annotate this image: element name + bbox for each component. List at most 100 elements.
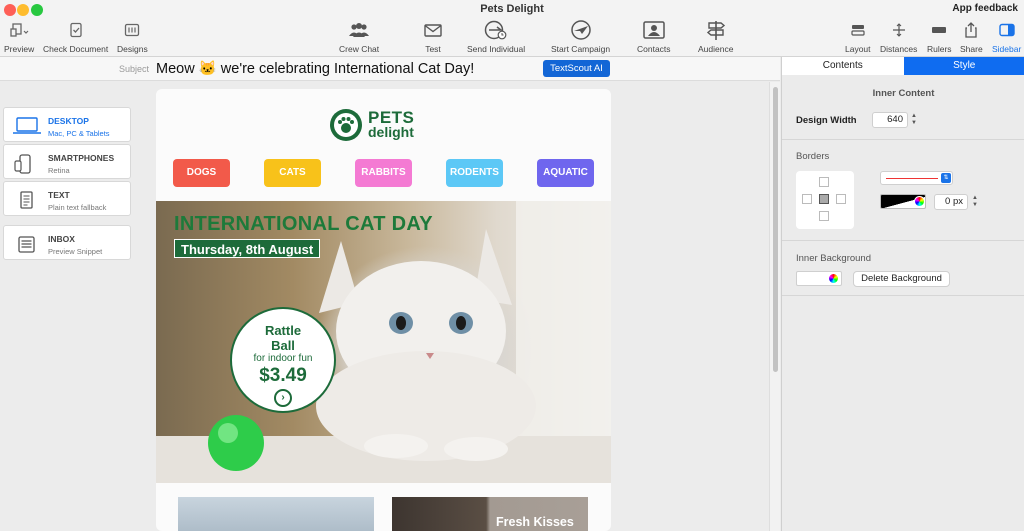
start-campaign-button[interactable]: Start Campaign: [551, 18, 610, 54]
preview-button[interactable]: Preview: [4, 18, 34, 54]
inspector-panel: Contents Style Inner Content Design Widt…: [781, 57, 1024, 531]
border-left-toggle[interactable]: [802, 194, 812, 204]
promo-line-rattle: Rattle: [264, 323, 302, 338]
sidebar-icon: [998, 18, 1016, 42]
section-divider: [782, 240, 1024, 241]
contacts-button[interactable]: Contacts: [637, 18, 671, 54]
sidebar-label: Sidebar: [992, 44, 1022, 54]
email-preview: PETS delight DOGS CATS RABBITS RODENTS A…: [156, 89, 611, 531]
border-width-input[interactable]: 0 px: [934, 194, 968, 210]
article-caption-fresh-kisses: Fresh Kisses: [496, 515, 574, 529]
inbox-icon: [12, 234, 42, 261]
laptop-icon: [12, 116, 42, 141]
border-style-select[interactable]: ⇅: [880, 171, 953, 185]
delete-background-button[interactable]: Delete Background: [853, 271, 950, 287]
subject-input[interactable]: Meow 🐱 we're celebrating International C…: [156, 60, 474, 77]
category-aquatic-button[interactable]: AQUATIC: [537, 159, 594, 187]
promo-line-ball: Ball: [271, 338, 295, 353]
paw-icon: [330, 109, 362, 141]
start-campaign-icon: [568, 18, 594, 42]
border-right-toggle[interactable]: [836, 194, 846, 204]
distances-button[interactable]: Distances: [880, 18, 917, 54]
toolbar: Pets Delight App feedback Preview Check …: [0, 0, 1024, 57]
design-width-label: Design Width: [796, 115, 857, 126]
border-bottom-toggle[interactable]: [819, 211, 829, 221]
layout-button[interactable]: Layout: [845, 18, 871, 54]
device-panel: DESKTOP Mac, PC & Tablets SMARTPHONES Re…: [0, 82, 155, 531]
test-label: Test: [425, 44, 441, 54]
color-wheel-icon[interactable]: [828, 273, 839, 284]
test-button[interactable]: Test: [423, 18, 443, 54]
device-inbox-label: INBOX: [48, 234, 75, 244]
audience-label: Audience: [698, 44, 734, 54]
hero-image[interactable]: INTERNATIONAL CAT DAY Thursday, 8th Augu…: [156, 201, 611, 483]
share-button[interactable]: Share: [960, 18, 983, 54]
crew-chat-button[interactable]: Crew Chat: [339, 18, 379, 54]
design-width-input[interactable]: 640: [872, 112, 908, 128]
inner-background-title: Inner Background: [796, 253, 871, 264]
device-text-label: TEXT: [48, 190, 70, 200]
article-thumbnail-2[interactable]: Fresh Kisses: [392, 497, 588, 531]
sidebar-button[interactable]: Sidebar: [992, 18, 1021, 54]
promo-price: $3.49: [259, 365, 307, 386]
logo-text-pets: PETS: [368, 108, 415, 127]
chevron-updown-icon: ⇅: [941, 173, 951, 183]
border-side-selector: [796, 171, 854, 229]
share-label: Share: [960, 44, 983, 54]
inner-content-title: Inner Content: [872, 88, 935, 99]
promo-subtitle: for indoor fun: [253, 353, 313, 364]
pets-delight-logo[interactable]: PETS delight: [330, 109, 414, 141]
rulers-button[interactable]: Rulers: [927, 18, 952, 54]
canvas-scrollbar-thumb[interactable]: [773, 87, 778, 372]
check-document-label: Check Document: [43, 44, 109, 54]
audience-button[interactable]: Audience: [698, 18, 733, 54]
send-individual-button[interactable]: Send Individual: [467, 18, 525, 54]
subject-bar: Subject Meow 🐱 we're celebrating Interna…: [0, 57, 780, 81]
device-text[interactable]: TEXT Plain text fallback: [3, 181, 131, 216]
subject-label: Subject: [119, 64, 150, 74]
border-width-stepper[interactable]: ▲ ▼: [971, 195, 979, 209]
chevron-right-icon[interactable]: ›: [274, 389, 292, 407]
device-smartphones[interactable]: SMARTPHONES Retina: [3, 144, 131, 179]
device-desktop-label: DESKTOP: [48, 116, 89, 126]
contacts-label: Contacts: [637, 44, 671, 54]
preview-icon: [9, 18, 29, 42]
design-width-stepper[interactable]: ▲ ▼: [910, 113, 918, 127]
category-dogs-button[interactable]: DOGS: [173, 159, 230, 187]
preview-label: Preview: [4, 44, 35, 54]
textscout-ai-button[interactable]: TextScout AI: [543, 60, 610, 77]
distances-label: Distances: [880, 44, 918, 54]
tab-style[interactable]: Style: [903, 57, 1024, 75]
crew-chat-icon: [347, 18, 371, 42]
crew-chat-label: Crew Chat: [339, 44, 380, 54]
device-inbox[interactable]: INBOX Preview Snippet: [3, 225, 131, 260]
device-inbox-sub: Preview Snippet: [48, 247, 103, 256]
designs-icon: [124, 18, 140, 42]
color-wheel-icon[interactable]: [914, 196, 925, 207]
share-icon: [963, 18, 979, 42]
device-desktop-sub: Mac, PC & Tablets: [48, 129, 110, 138]
window-title: Pets Delight: [480, 3, 544, 15]
rulers-icon: [930, 18, 948, 42]
check-document-icon: [68, 18, 84, 42]
hero-title: INTERNATIONAL CAT DAY: [174, 213, 433, 235]
border-top-toggle[interactable]: [819, 177, 829, 187]
category-rodents-button[interactable]: RODENTS: [446, 159, 503, 187]
envelope-icon: [423, 18, 443, 42]
layout-icon: [850, 18, 866, 42]
border-all-toggle[interactable]: [819, 194, 829, 204]
tab-contents[interactable]: Contents: [782, 57, 904, 75]
article-thumbnail-1[interactable]: [178, 497, 374, 531]
canvas-scrollbar[interactable]: [769, 82, 780, 531]
category-cats-button[interactable]: CATS: [264, 159, 321, 187]
border-style-preview: [886, 178, 938, 179]
device-desktop[interactable]: DESKTOP Mac, PC & Tablets: [3, 107, 131, 142]
borders-title: Borders: [796, 151, 830, 162]
device-smartphones-label: SMARTPHONES: [48, 153, 115, 163]
category-rabbits-button[interactable]: RABBITS: [355, 159, 412, 187]
contacts-icon: [642, 18, 666, 42]
check-document-button[interactable]: Check Document: [43, 18, 108, 54]
promo-badge[interactable]: Rattle Ball for indoor fun $3.49 ›: [230, 307, 336, 413]
designs-button[interactable]: Designs: [117, 18, 148, 54]
app-feedback-link[interactable]: App feedback: [952, 3, 1018, 14]
